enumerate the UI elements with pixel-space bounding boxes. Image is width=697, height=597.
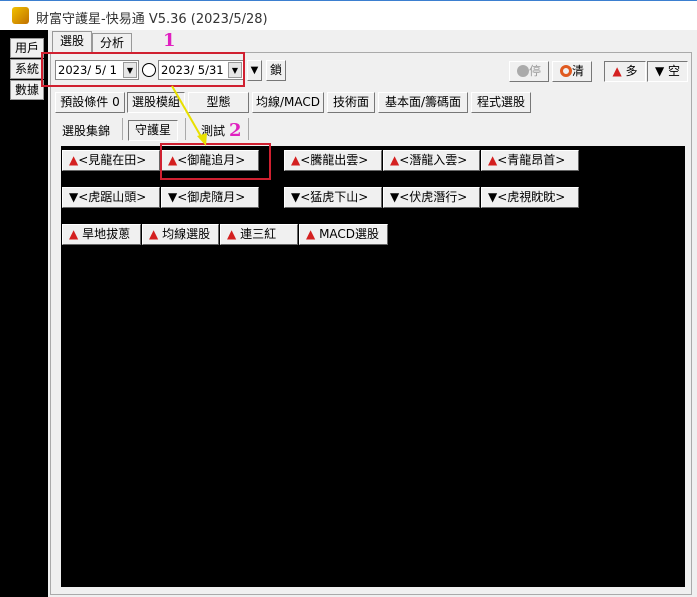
annotation-arrow-icon bbox=[171, 85, 207, 146]
